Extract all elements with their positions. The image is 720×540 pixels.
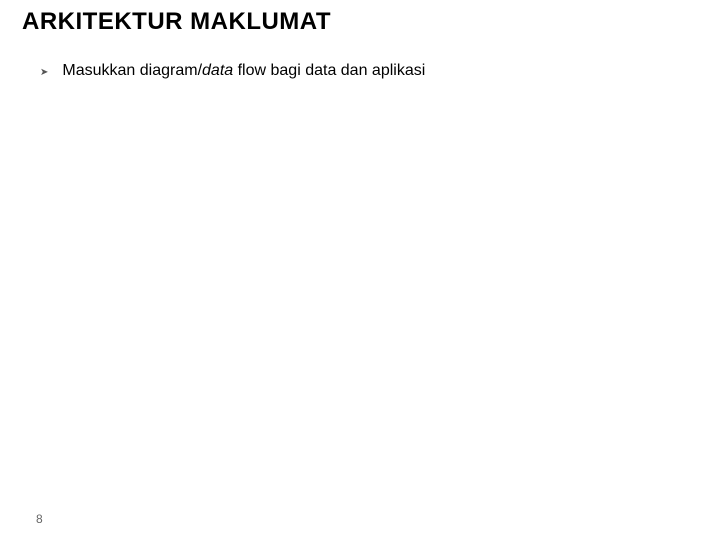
page-number: 8 — [36, 512, 43, 526]
bullet-list: ➤ Masukkan diagram/data flow bagi data d… — [40, 60, 425, 82]
slide-title: ARKITEKTUR MAKLUMAT — [22, 8, 331, 36]
list-item: ➤ Masukkan diagram/data flow bagi data d… — [40, 60, 425, 82]
bullet-text: Masukkan diagram/data flow bagi data dan… — [62, 60, 425, 82]
bullet-marker-icon: ➤ — [40, 65, 48, 81]
bullet-text-italic: data — [202, 62, 233, 79]
bullet-text-after: flow bagi data dan aplikasi — [233, 62, 425, 79]
bullet-text-before: Masukkan diagram/ — [62, 62, 202, 79]
